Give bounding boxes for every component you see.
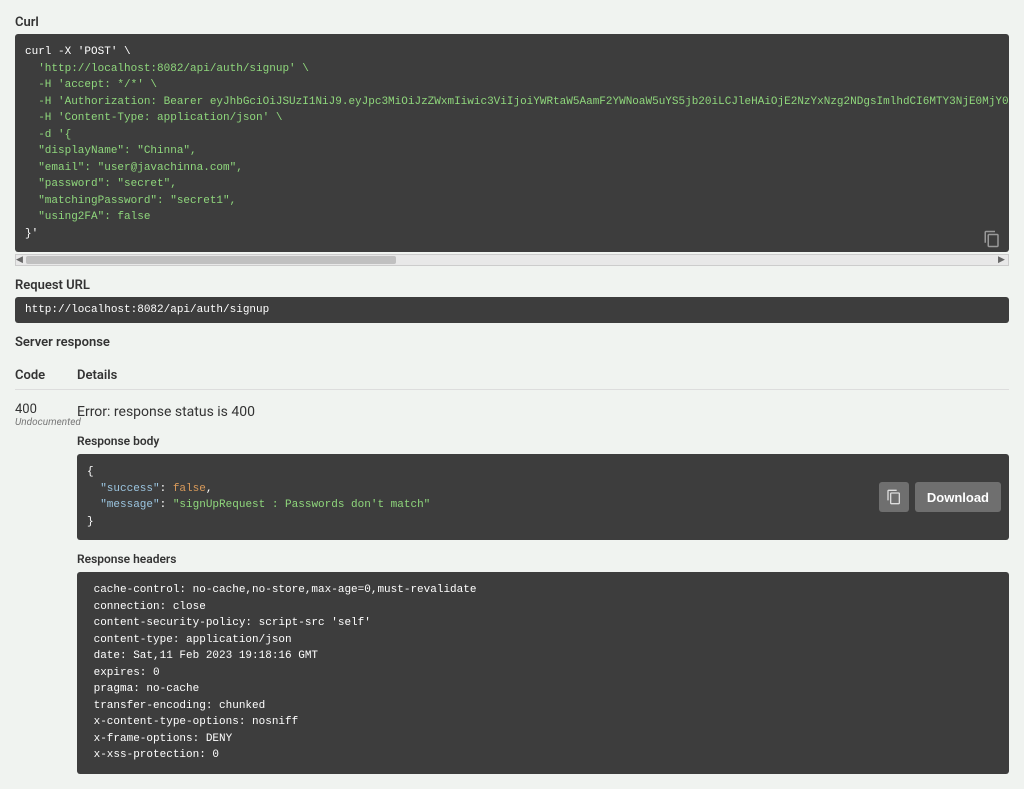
horizontal-scrollbar[interactable]: ◀ ▶ [15, 254, 1009, 266]
status-code: 400 [15, 402, 77, 417]
download-button[interactable]: Download [915, 482, 1001, 512]
curl-display: "displayName": "Chinna", [25, 145, 197, 157]
curl-label: Curl [15, 15, 1009, 30]
curl-email: "email": "user@javachinna.com", [25, 162, 243, 174]
curl-d-flag: -d '{ [25, 129, 71, 141]
scroll-thumb[interactable] [26, 256, 396, 264]
details-column-header: Details [77, 368, 117, 383]
response-body-label: Response body [77, 434, 1009, 448]
scroll-right-arrow[interactable]: ▶ [998, 255, 1008, 265]
rb-open: { [87, 466, 94, 478]
curl-content-type: -H 'Content-Type: application/json' \ [25, 112, 282, 124]
error-message: Error: response status is 400 [77, 404, 1009, 420]
rb-close: } [87, 516, 94, 528]
curl-code-block: curl -X 'POST' \ 'http://localhost:8082/… [15, 34, 1009, 252]
copy-response-button[interactable] [879, 482, 909, 512]
curl-2fa: "using2FA": false [25, 211, 150, 223]
rb-success-val: false [173, 483, 206, 495]
curl-accept: -H 'accept: */*' \ [25, 79, 157, 91]
curl-cmd: curl -X 'POST' \ [25, 46, 131, 58]
status-undocumented: Undocumented [15, 417, 77, 428]
server-response-label: Server response [15, 335, 1009, 350]
response-body-block: { "success": false, "message": "signUpRe… [77, 454, 1009, 540]
response-header-row: Code Details [15, 362, 1009, 390]
response-headers-label: Response headers [77, 552, 1009, 566]
curl-end: }' [25, 228, 38, 240]
rb-message-key: "message" [100, 499, 159, 511]
scroll-left-arrow[interactable]: ◀ [16, 255, 26, 265]
request-url-label: Request URL [15, 278, 1009, 293]
details-column: Error: response status is 400 Response b… [77, 402, 1009, 774]
response-headers-block: cache-control: no-cache,no-store,max-age… [77, 572, 1009, 774]
curl-password: "password": "secret", [25, 178, 177, 190]
curl-auth: -H 'Authorization: Bearer eyJhbGciOiJSUz… [25, 96, 1009, 108]
response-row: 400 Undocumented Error: response status … [15, 402, 1009, 774]
rb-success-key: "success" [100, 483, 159, 495]
request-url-value: http://localhost:8082/api/auth/signup [15, 297, 1009, 323]
copy-curl-icon[interactable] [983, 230, 1003, 250]
curl-url: 'http://localhost:8082/api/auth/signup' … [25, 63, 309, 75]
clipboard-icon [886, 489, 902, 505]
rb-message-val: "signUpRequest : Passwords don't match" [173, 499, 430, 511]
status-column: 400 Undocumented [15, 402, 77, 774]
curl-matching: "matchingPassword": "secret1", [25, 195, 236, 207]
code-column-header: Code [15, 368, 77, 383]
